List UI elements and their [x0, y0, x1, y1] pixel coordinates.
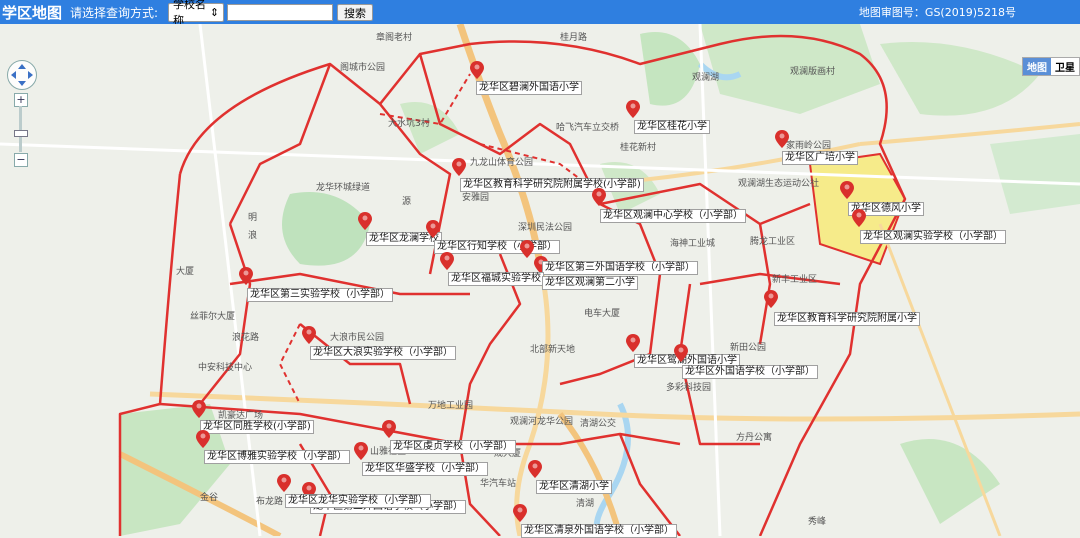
school-label[interactable]: 龙华区桂花小学 [634, 120, 710, 134]
map-pin-icon[interactable] [277, 474, 291, 492]
place-name: 观澜湖 [692, 73, 720, 83]
school-label[interactable]: 龙华区虔贞学校（小学部） [390, 440, 516, 454]
place-name: 深圳民法公园 [518, 223, 573, 233]
school-label[interactable]: 龙华区清湖小学 [536, 480, 612, 494]
map-pin-icon[interactable] [302, 326, 316, 344]
zoom-out-button[interactable]: − [14, 153, 28, 167]
map-pin-icon[interactable] [513, 504, 527, 522]
map-pin-icon[interactable] [840, 181, 854, 199]
place-name: 阁城市公园 [340, 63, 386, 73]
top-toolbar: 学区地图 请选择查询方式: 学校名称 ⇕ 搜索 地图审图号：GS(2019)52… [0, 0, 1080, 27]
zoom-slider-track[interactable] [19, 106, 22, 152]
place-name: 源 [402, 197, 412, 207]
school-label[interactable]: 龙华区观澜实验学校（小学部） [860, 230, 1006, 244]
place-name: 观澜河龙华公园 [510, 417, 574, 427]
school-label[interactable]: 龙华区博雅实验学校（小学部） [204, 450, 350, 464]
map-pin-icon[interactable] [354, 442, 368, 460]
place-name: 秀峰 [808, 517, 827, 527]
map-type-switch: 地图 卫星 [1022, 57, 1080, 76]
map-pin-icon[interactable] [775, 130, 789, 148]
place-name: 金谷 [200, 493, 219, 503]
place-name: 新丰工业区 [772, 275, 818, 285]
place-name: 家雨岭公园 [786, 141, 832, 151]
map-pin-icon[interactable] [382, 420, 396, 438]
place-name: 华汽车站 [480, 479, 517, 489]
map-pin-icon[interactable] [239, 267, 253, 285]
place-name: 布龙路 [256, 497, 284, 507]
map-pin-icon[interactable] [528, 460, 542, 478]
place-name: 海神工业城 [670, 239, 716, 249]
school-label[interactable]: 龙华区第三实验学校（小学部） [247, 288, 393, 302]
map-type-map-button[interactable]: 地图 [1023, 58, 1051, 75]
place-name: 北部新天地 [530, 345, 576, 355]
map-pin-icon[interactable] [470, 61, 484, 79]
school-label[interactable]: 龙华区碧澜外国语小学 [476, 81, 582, 95]
school-label[interactable]: 龙华区观澜第二小学 [542, 276, 638, 290]
place-name: 丝菲尔大厦 [190, 312, 236, 322]
map-pin-icon[interactable] [426, 220, 440, 238]
place-name: 浪花路 [232, 333, 260, 343]
zoom-in-button[interactable]: + [14, 93, 28, 107]
pan-arrows-icon [11, 64, 33, 86]
map-pin-icon[interactable] [196, 430, 210, 448]
place-name: 浪 [248, 231, 258, 241]
place-name: 电车大厦 [584, 309, 621, 319]
map-type-satellite-button[interactable]: 卫星 [1051, 58, 1079, 75]
place-name: 大厦 [176, 267, 195, 277]
place-name: 中安科技中心 [198, 363, 253, 373]
place-name: 哈飞汽车立交桥 [556, 123, 620, 133]
place-name: 清湖公交 [580, 419, 617, 429]
place-name: 方丹公寓 [736, 433, 773, 443]
map-pin-icon[interactable] [764, 290, 778, 308]
query-mode-select[interactable]: 学校名称 ⇕ [168, 0, 225, 27]
place-name: 腾龙工业区 [750, 237, 796, 247]
map-pin-icon[interactable] [626, 334, 640, 352]
place-name: 章阁老村 [376, 33, 413, 43]
chevron-down-icon: ⇕ [209, 5, 220, 19]
school-label[interactable]: 龙华区同胜学校(小学部) [200, 420, 314, 434]
school-label[interactable]: 龙华区华盛学校（小学部） [362, 462, 488, 476]
place-name: 新田公园 [730, 343, 767, 353]
place-name: 桂月路 [560, 33, 588, 43]
map-pin-icon[interactable] [674, 344, 688, 362]
map-pin-icon[interactable] [520, 240, 534, 258]
zoom-slider-handle[interactable] [14, 130, 28, 137]
search-button[interactable]: 搜索 [337, 3, 374, 21]
map-pin-icon[interactable] [852, 209, 866, 227]
query-mode-label: 请选择查询方式: [70, 5, 159, 20]
place-name: 多彩科技园 [666, 383, 712, 393]
place-name: 观澜版画村 [790, 67, 836, 77]
place-name: 桂花新村 [620, 143, 657, 153]
place-name: 清湖 [576, 499, 595, 509]
school-label[interactable]: 龙华区大浪实验学校（小学部） [310, 346, 456, 360]
place-name: 龙华环城绿道 [316, 183, 371, 193]
search-input[interactable] [227, 3, 334, 21]
map-canvas[interactable]: 章阁老村阁城市公园 桂月路观澜湖 观澜版画村大水坑3村 哈飞汽车立交桥 桂花新村 家雨岭公… [0, 24, 1080, 538]
school-label[interactable]: 龙华区福城实验学校 [448, 272, 544, 286]
school-label[interactable]: 龙华区教育科学研究院附属小学 [774, 312, 920, 326]
place-name: 观澜湖生态运动公社 [738, 179, 820, 189]
map-pin-icon[interactable] [626, 100, 640, 118]
place-name: 万地工业园 [428, 401, 474, 411]
school-label[interactable]: 龙华区龙华实验学校（小学部） [285, 494, 431, 508]
place-name: 大水坑3村 [388, 119, 430, 129]
map-pin-icon[interactable] [192, 400, 206, 418]
place-name: 大浪市民公园 [330, 333, 385, 343]
map-pin-icon[interactable] [592, 188, 606, 206]
school-label[interactable]: 龙华区第三外国语学校（小学部） [542, 261, 698, 275]
school-label[interactable]: 龙华区教育科学研究院附属学校(小学部) [460, 178, 644, 192]
map-pin-icon[interactable] [358, 212, 372, 230]
app-title: 学区地图 [2, 3, 63, 22]
map-pin-icon[interactable] [440, 252, 454, 270]
map-approval-number: 地图审图号：GS(2019)5218号 [858, 6, 1016, 19]
school-label[interactable]: 龙华区外国语学校（小学部） [682, 365, 818, 379]
map-pin-icon[interactable] [452, 158, 466, 176]
pan-control[interactable] [7, 60, 37, 90]
place-name: 九龙山体育公园 [470, 158, 534, 168]
place-name: 明 [248, 213, 258, 223]
school-label[interactable]: 龙华区广培小学 [782, 151, 858, 165]
school-label[interactable]: 龙华区观澜中心学校（小学部） [600, 209, 746, 223]
